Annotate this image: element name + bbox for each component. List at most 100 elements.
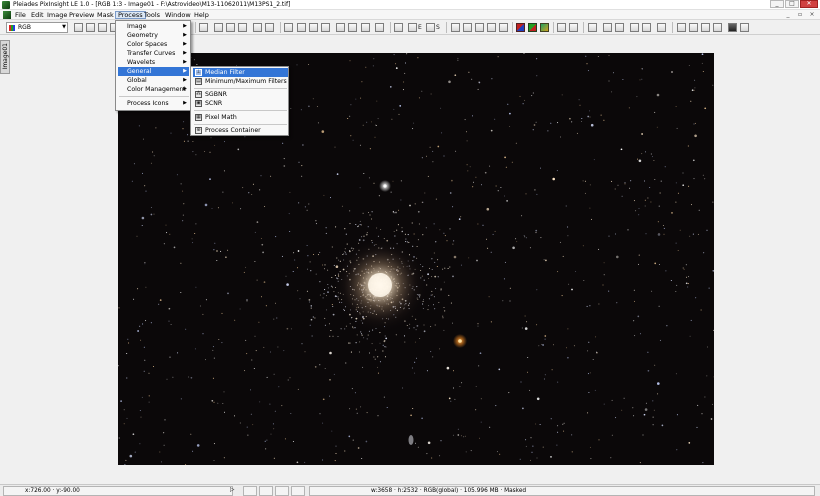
console-icon[interactable] (657, 23, 666, 32)
document-minimize-button[interactable]: _ (784, 11, 792, 19)
star (696, 426, 698, 428)
document-close-button[interactable]: × (808, 11, 816, 19)
image-side-tab[interactable]: Image01 (0, 40, 10, 74)
geometry-flip-icon[interactable] (487, 23, 496, 32)
select-mode-icon[interactable] (74, 23, 83, 32)
process-menu-item-transfer-curves[interactable]: Transfer Curves ▶ (118, 49, 189, 58)
menu-mask[interactable]: Mask (95, 11, 116, 19)
menu-file[interactable]: File (13, 11, 28, 19)
color-saturation-icon[interactable] (540, 23, 549, 32)
general-menu-item-pixel-math[interactable]: ▦ Pixel Math (193, 113, 288, 122)
new-preview-icon[interactable] (199, 23, 208, 32)
document-window-controls: _ ▫ × (784, 11, 816, 19)
star (641, 153, 643, 155)
geometry-rotate-icon[interactable] (475, 23, 484, 32)
process-menu-item-general[interactable]: General ▶ (118, 67, 189, 76)
script-icon[interactable] (615, 23, 624, 32)
star (652, 424, 654, 426)
pixel-math-icon[interactable] (642, 23, 651, 32)
star (611, 399, 613, 401)
process-menu-item-global[interactable]: Global ▶ (118, 76, 189, 85)
format-explorer-icon[interactable] (728, 23, 737, 32)
pan-mode-icon[interactable] (98, 23, 107, 32)
undo-icon[interactable] (284, 23, 293, 32)
zoom-in-icon[interactable] (214, 23, 223, 32)
star (561, 94, 563, 96)
general-menu-item-sgbnr[interactable]: ⁂ SGBNR (193, 90, 288, 99)
star (182, 128, 184, 130)
process-menu-item-wavelets[interactable]: Wavelets ▶ (118, 58, 189, 67)
app-menu-icon[interactable] (3, 11, 11, 19)
menu-tools[interactable]: Tools (142, 11, 162, 19)
process-explorer-icon[interactable] (713, 23, 722, 32)
star-detect-icon[interactable] (630, 23, 639, 32)
star (694, 122, 696, 124)
image-explorer-icon[interactable] (677, 23, 686, 32)
checkbox-s-icon[interactable] (426, 23, 435, 32)
general-menu-item-process-container[interactable]: ⊕ Process Container (193, 126, 288, 135)
star (314, 366, 317, 368)
general-menu-item-min-max-filters[interactable]: ▤ Minimum/Maximum Filters (193, 77, 288, 86)
mask-invert-icon[interactable] (348, 23, 357, 32)
chevron-right-icon: ▶ (183, 23, 187, 29)
menu-preview[interactable]: Preview (67, 11, 96, 19)
process-menu-item-process-icons[interactable]: Process Icons ▶ (118, 99, 189, 108)
channel-select[interactable]: RGB ▼ (6, 22, 68, 33)
mask-color-icon[interactable] (375, 23, 384, 32)
star (204, 151, 206, 152)
zoom-mode-icon[interactable] (86, 23, 95, 32)
play-icon[interactable]: ▷ (228, 486, 240, 496)
mask-show-icon[interactable] (336, 23, 345, 32)
history-icon[interactable] (309, 23, 318, 32)
star (638, 263, 639, 265)
wavelets-icon[interactable] (588, 23, 597, 32)
full-view-icon[interactable] (265, 23, 274, 32)
general-menu-item-median-filter[interactable]: ⊥ Median Filter (193, 68, 288, 77)
process-menu-item-geometry[interactable]: Geometry ▶ (118, 31, 189, 40)
mask-enable-icon[interactable] (321, 23, 330, 32)
crosshair-icon[interactable] (394, 23, 403, 32)
document-restore-button[interactable]: ▫ (796, 11, 804, 19)
star (134, 451, 136, 453)
curves-icon[interactable] (569, 23, 578, 32)
general-menu-item-scnr[interactable]: ▣ SCNR (193, 99, 288, 108)
menu-image[interactable]: Image (45, 11, 69, 19)
cluster-star (354, 327, 356, 329)
histogram-explorer-icon[interactable] (689, 23, 698, 32)
checkbox-e-icon[interactable] (408, 23, 417, 32)
star (288, 213, 290, 215)
process-menu-item-color-spaces[interactable]: Color Spaces ▶ (118, 40, 189, 49)
process-menu-item-color-management[interactable]: Color Management ▶ (118, 85, 189, 94)
star (398, 113, 400, 115)
process-menu-item-image[interactable]: Image ▶ (118, 22, 189, 31)
geometry-scale-icon[interactable] (499, 23, 508, 32)
statistics-icon[interactable] (603, 23, 612, 32)
fit-view-icon[interactable] (253, 23, 262, 32)
cluster-star (324, 324, 326, 326)
star (391, 118, 393, 120)
zoom-out-icon[interactable] (226, 23, 235, 32)
color-balance-icon[interactable] (528, 23, 537, 32)
menu-help[interactable]: Help (192, 11, 211, 19)
menu-separator (194, 124, 287, 125)
star (194, 233, 196, 234)
minimize-button[interactable]: _ (770, 0, 784, 8)
color-channels-icon[interactable] (516, 23, 525, 32)
chevron-down-icon[interactable]: ▼ (62, 24, 66, 30)
view-explorer-icon[interactable] (701, 23, 710, 32)
geometry-crop-icon[interactable] (451, 23, 460, 32)
redo-icon[interactable] (297, 23, 306, 32)
star (581, 118, 583, 119)
maximize-button[interactable]: □ (785, 0, 799, 8)
zoom-fit-icon[interactable] (238, 23, 247, 32)
help-icon[interactable] (740, 23, 749, 32)
star-mask-icon[interactable] (361, 23, 370, 32)
menu-window[interactable]: Window (163, 11, 193, 19)
close-button[interactable]: ✕ (800, 0, 818, 8)
star (450, 400, 452, 402)
histogram-icon[interactable] (557, 23, 566, 32)
star (246, 300, 248, 302)
star (452, 206, 454, 208)
geometry-resample-icon[interactable] (463, 23, 472, 32)
menu-edit[interactable]: Edit (29, 11, 46, 19)
